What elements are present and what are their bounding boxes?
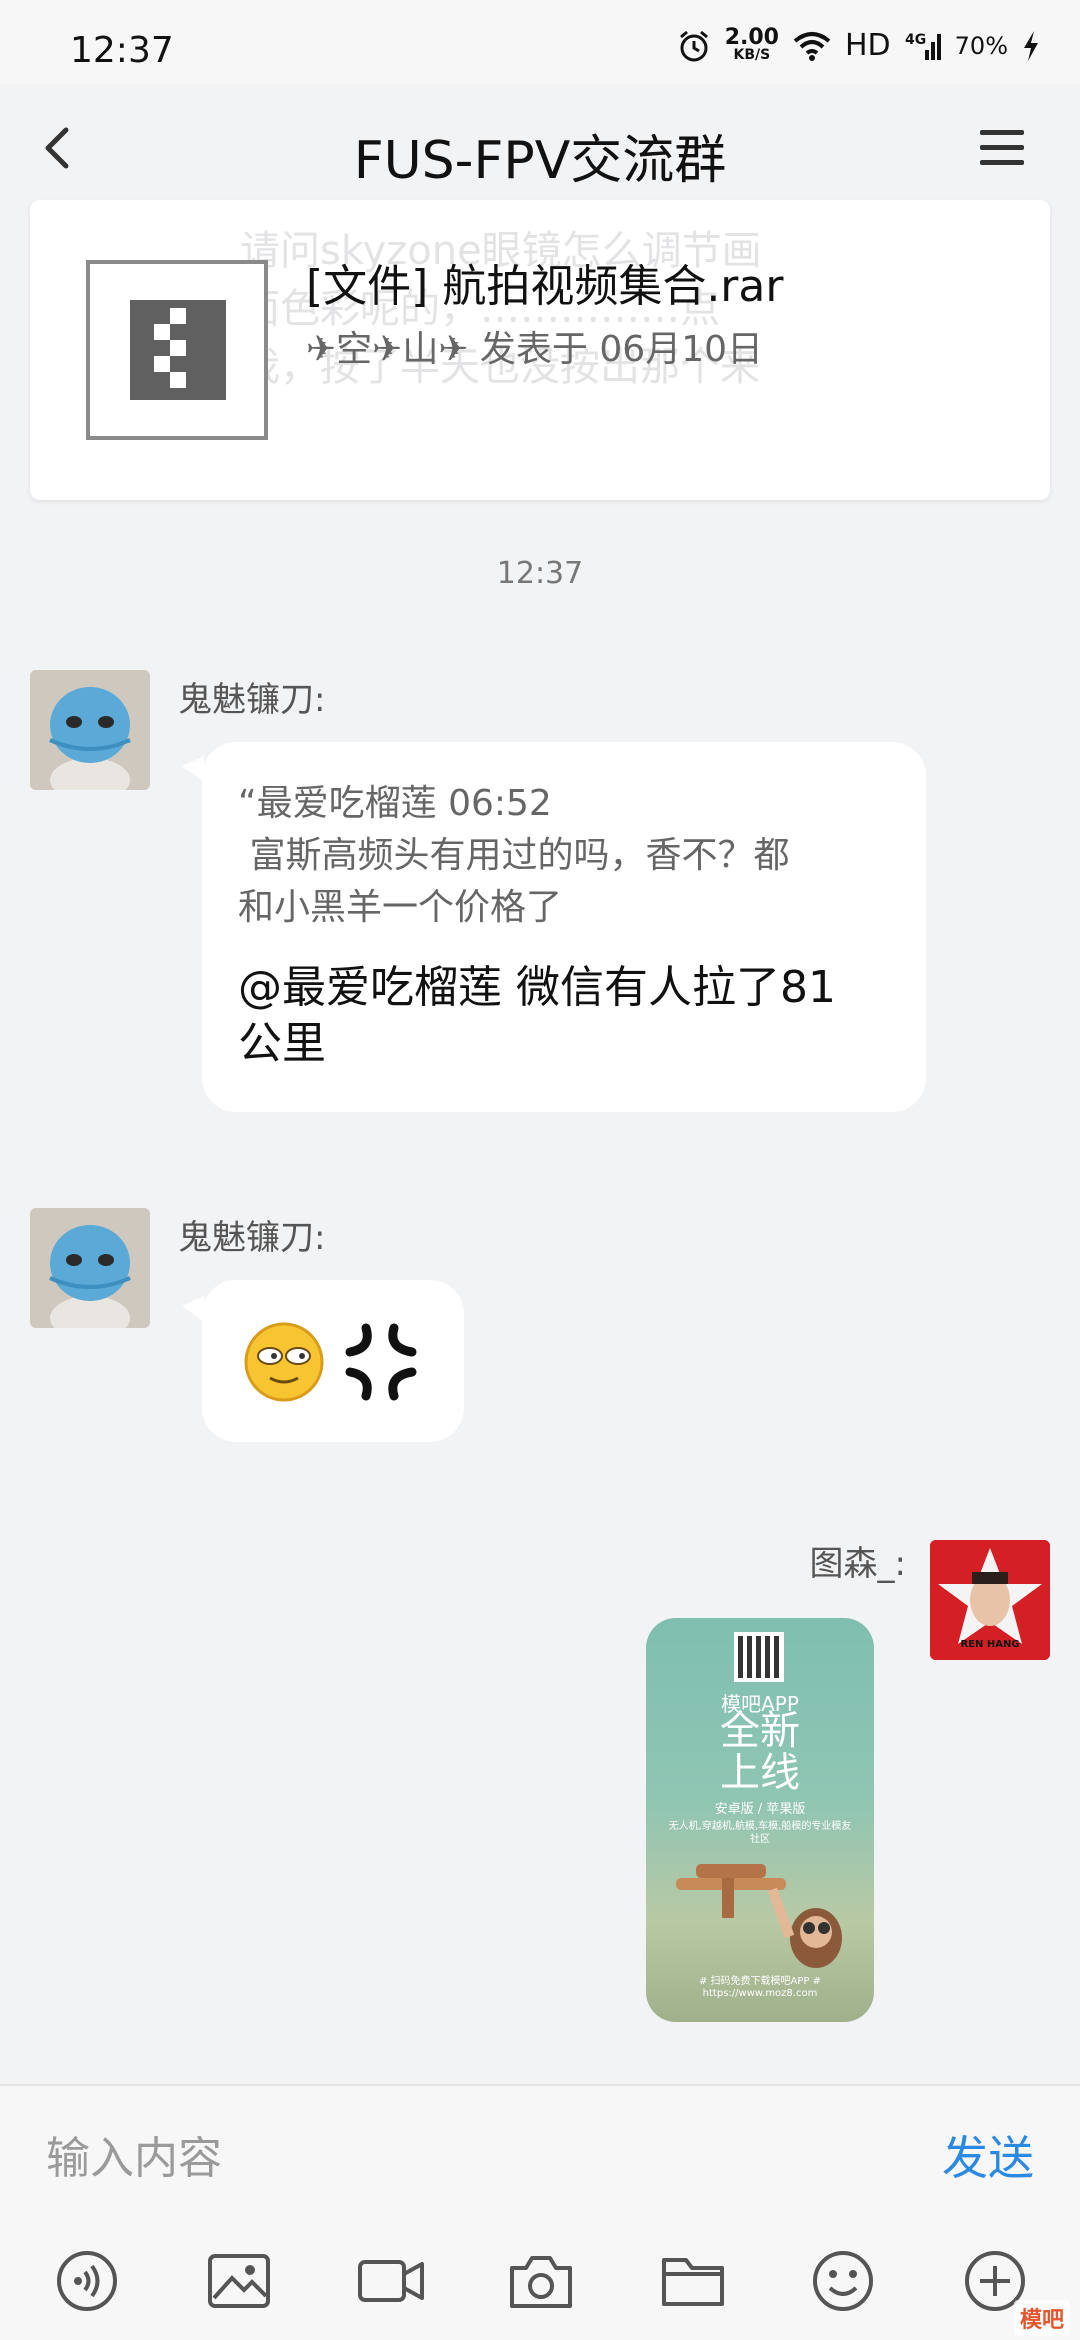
alarm-icon — [679, 30, 708, 61]
status-indicators: 2.00 KB/S HD 4G 70% — [677, 25, 1040, 64]
emoji-icon[interactable] — [808, 2246, 878, 2316]
avatar-image — [30, 670, 150, 790]
avatar-caption: REN HANG — [960, 1639, 1020, 1650]
send-button[interactable]: 发送 — [942, 2122, 1034, 2188]
hd-label: HD — [844, 28, 891, 63]
camera-icon[interactable] — [506, 2246, 576, 2316]
message-timestamp: 12:37 — [496, 556, 584, 591]
net-speed: 2.00 KB/S — [724, 25, 779, 64]
avatar[interactable]: REN HANG — [930, 1540, 1050, 1660]
status-time: 12:37 — [70, 30, 174, 71]
shared-file-card[interactable]: 请问skyzone眼镜怎么调节画 面色彩呢的，……………点 我，按了半天也没按出… — [30, 200, 1050, 500]
net-speed-value: 2.00 — [724, 25, 779, 51]
quote-line: 和小黑羊一个价格了 — [238, 887, 563, 928]
bubble-tail — [182, 1296, 204, 1322]
sent-image[interactable]: 模吧APP 全新 上线 安卓版 / 苹果版 无人机,穿越机,航模,车模,船模的专… — [646, 1618, 874, 2022]
sender-name: 图森_: — [809, 1544, 906, 1584]
sender-name: 鬼魅镰刀: — [178, 680, 326, 720]
poster-footer: # 扫码免费下载模吧APP # https://www.moz8.com — [656, 1976, 864, 2000]
quote-line: 富斯高频头有用过的吗，香不？都 — [238, 835, 790, 876]
battery-label: 70% — [954, 31, 1008, 60]
file-meta: ✈空✈山✈ 发表于 06月10日 — [306, 329, 763, 370]
voice-icon[interactable] — [52, 2246, 122, 2316]
chat-title: FUS-FPV交流群 — [353, 131, 727, 191]
charging-icon — [1024, 30, 1038, 61]
message-bubble[interactable] — [202, 1280, 464, 1442]
poster-url: https://www.moz8.com — [702, 1988, 818, 1999]
image-icon[interactable] — [204, 2246, 274, 2316]
wifi-icon — [793, 31, 831, 61]
network-type-label: 4G — [905, 32, 926, 48]
video-icon[interactable] — [356, 2246, 426, 2316]
menu-icon[interactable] — [974, 120, 1030, 176]
reply-text: @最爱吃榴莲 微信有人拉了81 公里 — [238, 960, 898, 1072]
folder-icon[interactable] — [658, 2246, 728, 2316]
message-bubble[interactable]: “最爱吃榴莲 06:52 富斯高频头有用过的吗，香不？都 和小黑羊一个价格了 @… — [202, 742, 926, 1112]
message-input[interactable]: 输入内容 — [46, 2122, 222, 2186]
reply-line: 公里 — [238, 1018, 326, 1069]
status-bar: 12:37 2.00 KB/S HD 4G 70% — [0, 0, 1080, 84]
net-speed-unit: KB/S — [733, 47, 771, 64]
watermark-logo: 模吧 — [1013, 2300, 1070, 2336]
poster-headline: 全新 上线 — [646, 1710, 874, 1794]
quoted-message: “最爱吃榴莲 06:52 富斯高频头有用过的吗，香不？都 和小黑羊一个价格了 — [238, 778, 898, 934]
chat-header: FUS-FPV交流群 — [0, 84, 1080, 212]
composer: 输入内容 发送 模吧 — [0, 2084, 1080, 2340]
file-name: [文件] 航拍视频集合.rar — [306, 261, 784, 312]
signal-icon: 4G — [905, 32, 941, 60]
composer-toolbar — [0, 2246, 1080, 2326]
reply-line: @最爱吃榴莲 微信有人拉了81 — [238, 962, 836, 1013]
poster-headline-line: 上线 — [720, 1750, 800, 1796]
poster-footer-line: # 扫码免费下载模吧APP # — [698, 1976, 822, 1987]
avatar[interactable] — [30, 670, 150, 790]
anger-symbol-icon — [345, 1323, 417, 1401]
poster-description: 无人机,穿越机,航模,车模,船模的专业模友社区 — [668, 1821, 852, 1845]
quote-line: “最爱吃榴莲 06:52 — [238, 783, 552, 824]
bubble-tail — [182, 756, 204, 782]
archive-file-icon — [86, 260, 268, 440]
airplane-pilot-illustration — [676, 1864, 842, 1968]
avatar[interactable] — [30, 1208, 150, 1328]
sender-name: 鬼魅镰刀: — [178, 1218, 326, 1258]
qr-code-icon — [734, 1632, 784, 1682]
sweat-smile-emoji-icon — [244, 1322, 324, 1402]
poster-headline-line: 全新 — [720, 1708, 800, 1754]
avatar-image — [30, 1208, 150, 1328]
poster-platform: 安卓版 / 苹果版 — [714, 1802, 806, 1817]
